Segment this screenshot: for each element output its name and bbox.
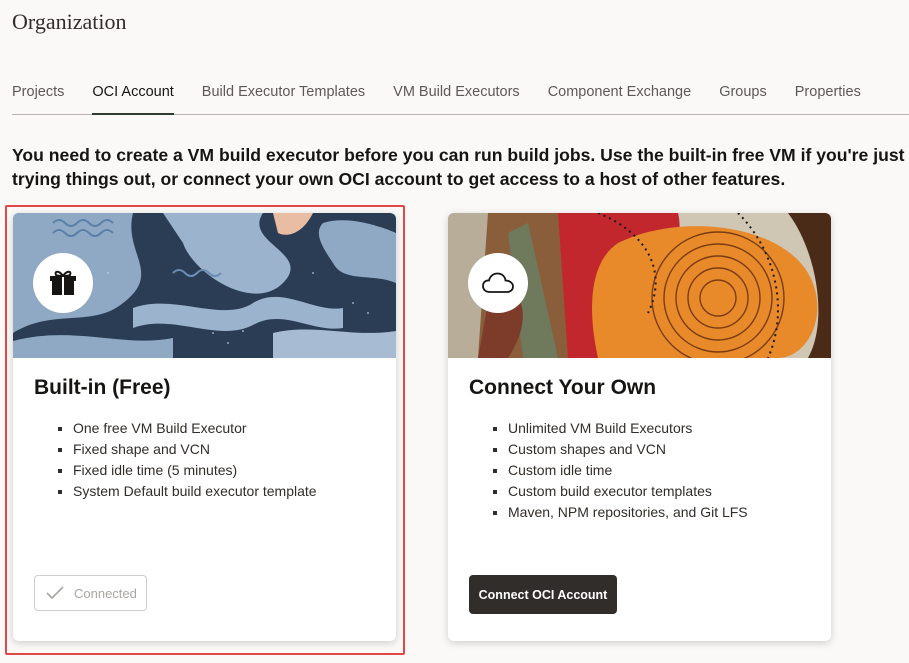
gift-icon: [50, 270, 76, 295]
list-item: Fixed shape and VCN: [73, 439, 317, 460]
tab-vm-build-executors[interactable]: VM Build Executors: [393, 80, 520, 110]
gift-icon-badge: [33, 253, 93, 313]
list-item: Maven, NPM repositories, and Git LFS: [508, 502, 748, 523]
builtin-card-title: Built-in (Free): [34, 376, 171, 399]
list-item: Custom build executor templates: [508, 481, 748, 502]
connect-own-banner-image: [448, 213, 831, 358]
tab-oci-account[interactable]: OCI Account: [92, 80, 174, 115]
connected-button-label: Connected: [74, 585, 137, 601]
tab-build-executor-templates[interactable]: Build Executor Templates: [202, 80, 365, 110]
list-item: Custom shapes and VCN: [508, 439, 748, 460]
list-item: Custom idle time: [508, 460, 748, 481]
builtin-free-card[interactable]: Built-in (Free) One free VM Build Execut…: [13, 213, 396, 641]
list-item: Unlimited VM Build Executors: [508, 418, 748, 439]
list-item: Fixed idle time (5 minutes): [73, 460, 317, 481]
connect-your-own-card[interactable]: Connect Your Own Unlimited VM Build Exec…: [448, 213, 831, 641]
tab-properties[interactable]: Properties: [795, 80, 861, 110]
tab-bar: Projects OCI Account Build Executor Temp…: [12, 80, 909, 115]
builtin-banner-image: [13, 213, 396, 358]
builtin-feature-list: One free VM Build Executor Fixed shape a…: [53, 418, 317, 502]
connect-oci-account-button[interactable]: Connect OCI Account: [469, 575, 617, 614]
connect-own-card-title: Connect Your Own: [469, 376, 657, 399]
page-title: Organization: [12, 9, 127, 34]
tab-groups[interactable]: Groups: [719, 80, 767, 110]
connected-button: Connected: [34, 575, 147, 611]
list-item: One free VM Build Executor: [73, 418, 317, 439]
cloud-icon-badge: [468, 253, 528, 313]
checkmark-icon: [46, 586, 64, 600]
connect-own-feature-list: Unlimited VM Build Executors Custom shap…: [488, 418, 748, 523]
tab-component-exchange[interactable]: Component Exchange: [548, 80, 692, 110]
tab-projects[interactable]: Projects: [12, 80, 64, 110]
intro-message: You need to create a VM build executor b…: [12, 145, 905, 189]
cloud-icon: [482, 272, 514, 293]
list-item: System Default build executor template: [73, 481, 317, 502]
